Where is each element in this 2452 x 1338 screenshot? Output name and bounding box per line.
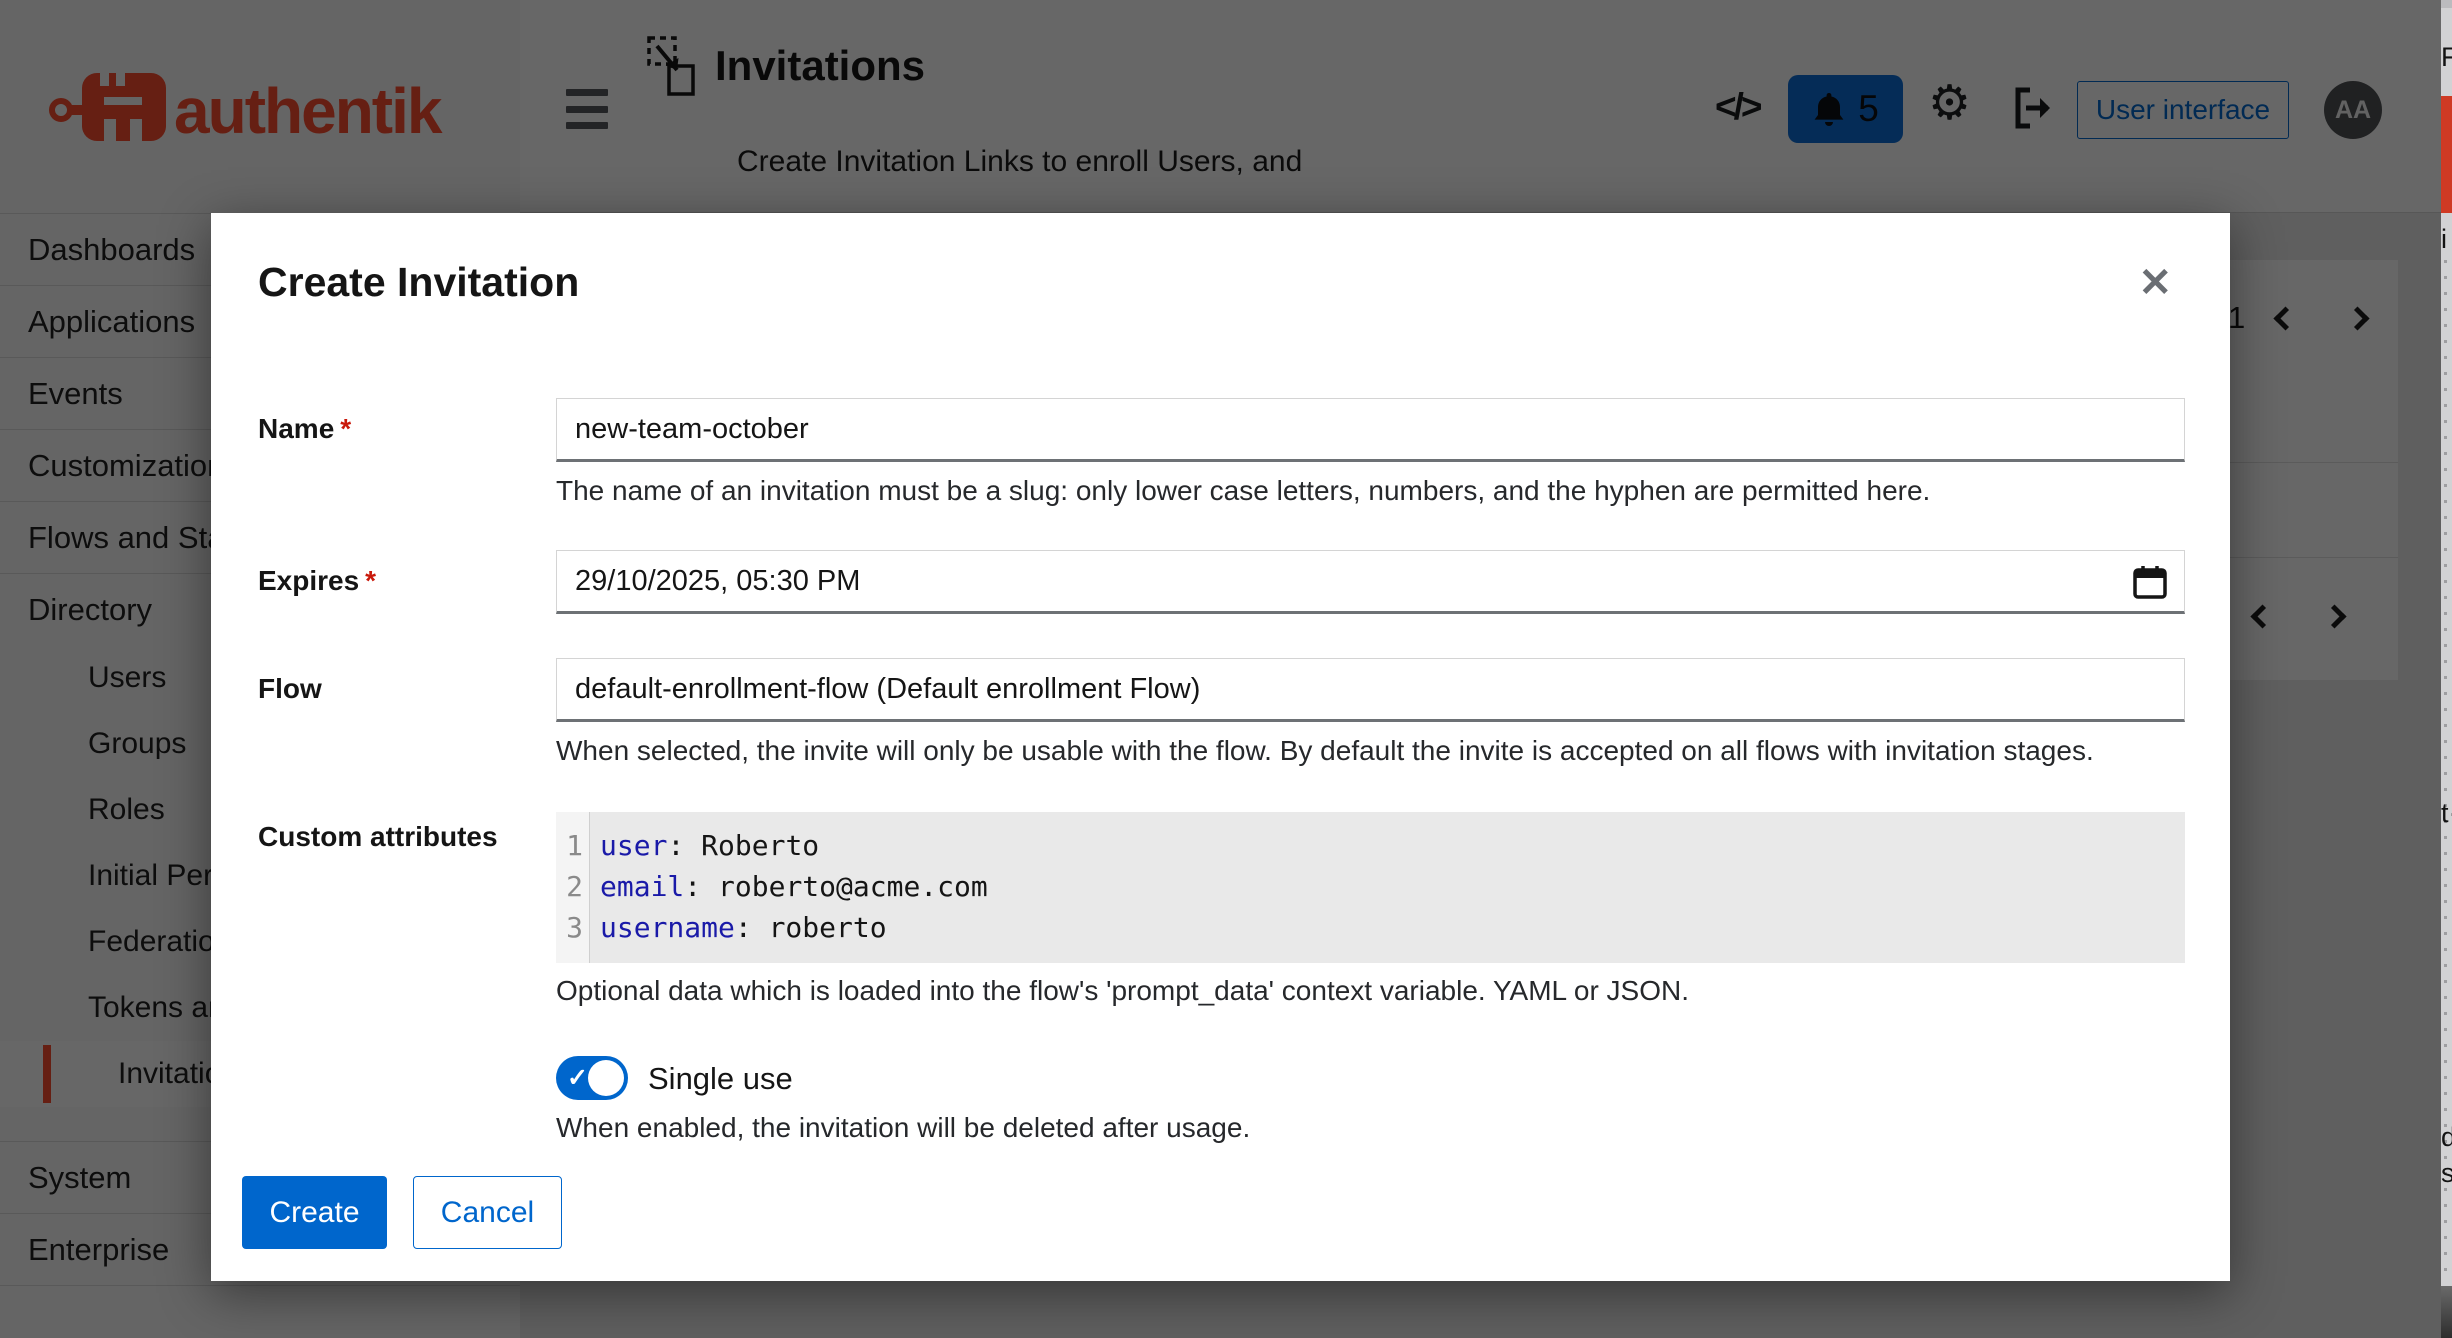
code-line-number: 2 [556, 866, 589, 907]
sliver-text-fragment: s [2441, 1160, 2452, 1187]
code-content: user: Robertoemail: roberto@acme.comuser… [590, 812, 988, 963]
required-asterisk: * [334, 413, 351, 444]
yaml-key: username [600, 911, 735, 944]
sliver-text-fragment: F [2441, 44, 2452, 71]
create-invitation-modal: Create Invitation ✕ Name* new-team-octob… [211, 213, 2230, 1281]
name-input[interactable]: new-team-october [556, 398, 2185, 462]
page-edge-sliver: Fi t· ds [2441, 0, 2452, 1338]
single-use-toggle[interactable]: ✓ [556, 1056, 628, 1100]
sliver-bottom-patch [2441, 1286, 2452, 1338]
code-line: user: Roberto [600, 825, 988, 866]
yaml-key: email [600, 870, 684, 903]
name-help-text: The name of an invitation must be a slug… [556, 475, 1930, 507]
app-root: authentik DashboardsApplicationsEventsCu… [0, 0, 2452, 1338]
custom-attributes-help-text: Optional data which is loaded into the f… [556, 975, 1689, 1007]
required-asterisk: * [359, 565, 376, 596]
code-line: email: roberto@acme.com [600, 866, 988, 907]
flow-label: Flow [258, 673, 553, 705]
sliver-text-fragment: t· [2441, 800, 2452, 827]
single-use-help-text: When enabled, the invitation will be del… [556, 1112, 1250, 1144]
create-button[interactable]: Create [242, 1176, 387, 1249]
single-use-label[interactable]: Single use [648, 1061, 793, 1097]
flow-help-text: When selected, the invite will only be u… [556, 735, 2094, 767]
sliver-red-block [2441, 96, 2452, 213]
yaml-value: : roberto [735, 911, 887, 944]
name-label: Name* [258, 413, 553, 445]
sliver-top-cap [2441, 0, 2452, 8]
toggle-check-icon: ✓ [567, 1063, 588, 1093]
expires-input[interactable]: 29/10/2025, 05:30 PM [556, 550, 2185, 614]
sliver-text-fragment: d [2441, 1124, 2452, 1151]
code-line-numbers: 123 [556, 812, 590, 963]
toggle-knob [588, 1060, 624, 1096]
close-icon[interactable]: ✕ [2138, 263, 2172, 303]
expires-label: Expires* [258, 565, 553, 597]
code-line-number: 1 [556, 825, 589, 866]
flow-select[interactable]: default-enrollment-flow (Default enrollm… [556, 658, 2185, 722]
modal-title: Create Invitation [258, 259, 579, 306]
custom-attributes-code-editor[interactable]: 123 user: Robertoemail: roberto@acme.com… [556, 812, 2185, 963]
yaml-key: user [600, 829, 667, 862]
code-line-number: 3 [556, 907, 589, 948]
yaml-value: : Roberto [667, 829, 819, 862]
code-line: username: roberto [600, 907, 988, 948]
cancel-button[interactable]: Cancel [413, 1176, 562, 1249]
calendar-icon[interactable] [2132, 564, 2168, 600]
custom-attributes-label: Custom attributes [258, 821, 553, 853]
yaml-value: : roberto@acme.com [684, 870, 987, 903]
sliver-text-fragment: i [2441, 226, 2447, 253]
